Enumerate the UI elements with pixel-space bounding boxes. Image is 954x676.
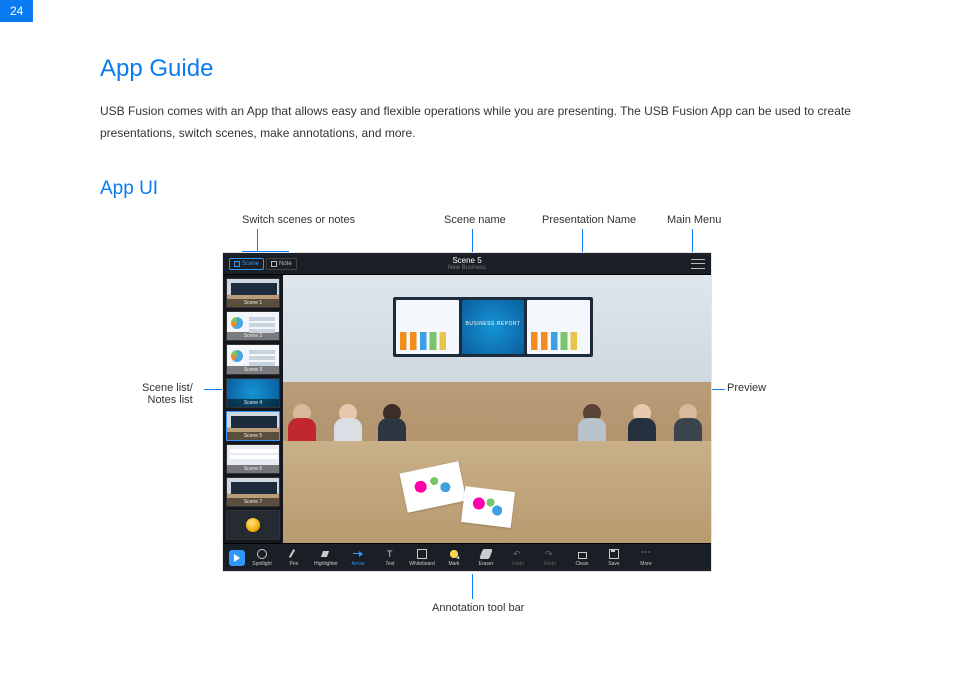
scene-thumb[interactable]: Scene 1 — [226, 278, 280, 308]
tab-scene-label: Scene — [242, 261, 259, 267]
highlighter-icon — [321, 549, 331, 559]
preview-area[interactable]: BUSINESS REPORT — [283, 275, 711, 543]
callout-scene-name: Scene name — [444, 214, 506, 226]
app-body: Scene 1 Scene 2 Scene 3 Scene 4 Scene 5 … — [223, 275, 711, 543]
note-icon — [271, 261, 277, 267]
callout-presentation-name: Presentation Name — [542, 214, 636, 226]
wall-screen-center: BUSINESS REPORT — [462, 300, 525, 354]
tool-highlighter[interactable]: Highlighter — [311, 549, 341, 567]
tool-text[interactable]: Text — [375, 549, 405, 567]
whiteboard-icon — [417, 549, 427, 559]
scene-thumb[interactable]: Scene 7 — [226, 477, 280, 507]
callout-scene-list: Scene list/ Notes list — [142, 382, 193, 406]
tool-more[interactable]: More — [631, 549, 661, 567]
scene-note-switcher[interactable]: Scene Note — [229, 258, 297, 270]
callout-toolbar: Annotation tool bar — [432, 602, 524, 614]
scene-thumb[interactable]: Scene 4 — [226, 378, 280, 408]
callout-switch: Switch scenes or notes — [242, 214, 355, 226]
leader-line — [257, 229, 258, 252]
grid-icon — [234, 261, 240, 267]
tool-redo[interactable]: Redo — [535, 549, 565, 567]
scene-thumb[interactable]: Scene 6 — [226, 444, 280, 474]
tool-eraser[interactable]: Eraser — [471, 549, 501, 567]
text-icon — [385, 549, 395, 559]
callout-main-menu: Main Menu — [667, 214, 721, 226]
arrow-icon — [353, 549, 363, 559]
scene-name-text: Scene 5 — [448, 256, 486, 265]
tool-save[interactable]: Save — [599, 549, 629, 567]
wall-screen-title: BUSINESS REPORT — [462, 321, 525, 327]
callout-preview: Preview — [727, 382, 766, 394]
leader-line — [692, 229, 693, 252]
redo-icon — [545, 549, 555, 559]
tool-spotlight[interactable]: Spotlight — [247, 549, 277, 567]
add-scene-button[interactable] — [226, 510, 280, 540]
play-button[interactable] — [229, 550, 245, 566]
spotlight-icon — [257, 549, 267, 559]
tab-scene[interactable]: Scene — [229, 258, 264, 270]
mark-icon — [449, 549, 459, 559]
app-ui-diagram: Switch scenes or notes Scene name Presen… — [212, 214, 772, 614]
bulb-icon — [246, 518, 260, 532]
undo-icon — [513, 549, 523, 559]
pen-icon — [289, 549, 299, 559]
wall-display: BUSINESS REPORT — [393, 297, 593, 357]
annotation-toolbar: Spotlight Pen Highlighter Arrow Text Whi… — [223, 543, 711, 571]
scene-thumb[interactable]: Scene 3 — [226, 344, 280, 374]
app-top-bar: Scene Note Scene 5 New Business — [223, 253, 711, 275]
paper-doc — [461, 486, 515, 528]
page-heading: App Guide — [100, 55, 884, 83]
scene-thumb-selected[interactable]: Scene 5 — [226, 411, 280, 441]
wall-screen-left — [396, 300, 459, 354]
tool-undo[interactable]: Undo — [503, 549, 533, 567]
tool-whiteboard[interactable]: Whiteboard — [407, 549, 437, 567]
tool-clean[interactable]: Clean — [567, 549, 597, 567]
presentation-name-text: New Business — [448, 265, 486, 271]
tab-note[interactable]: Note — [266, 258, 297, 270]
page-number-tab: 24 — [0, 0, 33, 22]
leader-line — [472, 574, 473, 599]
scene-thumb[interactable]: Scene 2 — [226, 311, 280, 341]
leader-line — [204, 389, 222, 390]
title-area: Scene 5 New Business — [448, 256, 486, 271]
intro-paragraph: USB Fusion comes with an App that allows… — [100, 101, 884, 144]
tool-mark[interactable]: Mark — [439, 549, 469, 567]
tool-pen[interactable]: Pen — [279, 549, 309, 567]
more-icon — [641, 549, 651, 559]
save-icon — [609, 549, 619, 559]
page-content: App Guide USB Fusion comes with an App t… — [100, 55, 884, 614]
app-screenshot: Scene Note Scene 5 New Business Scene 1 … — [222, 252, 712, 572]
clean-icon — [577, 549, 587, 559]
tool-arrow[interactable]: Arrow — [343, 549, 373, 567]
scene-list[interactable]: Scene 1 Scene 2 Scene 3 Scene 4 Scene 5 … — [223, 275, 283, 543]
tab-note-label: Note — [279, 261, 292, 267]
section-heading: App UI — [100, 178, 884, 200]
eraser-icon — [479, 549, 493, 559]
wall-screen-right — [527, 300, 590, 354]
menu-icon[interactable] — [691, 259, 705, 269]
